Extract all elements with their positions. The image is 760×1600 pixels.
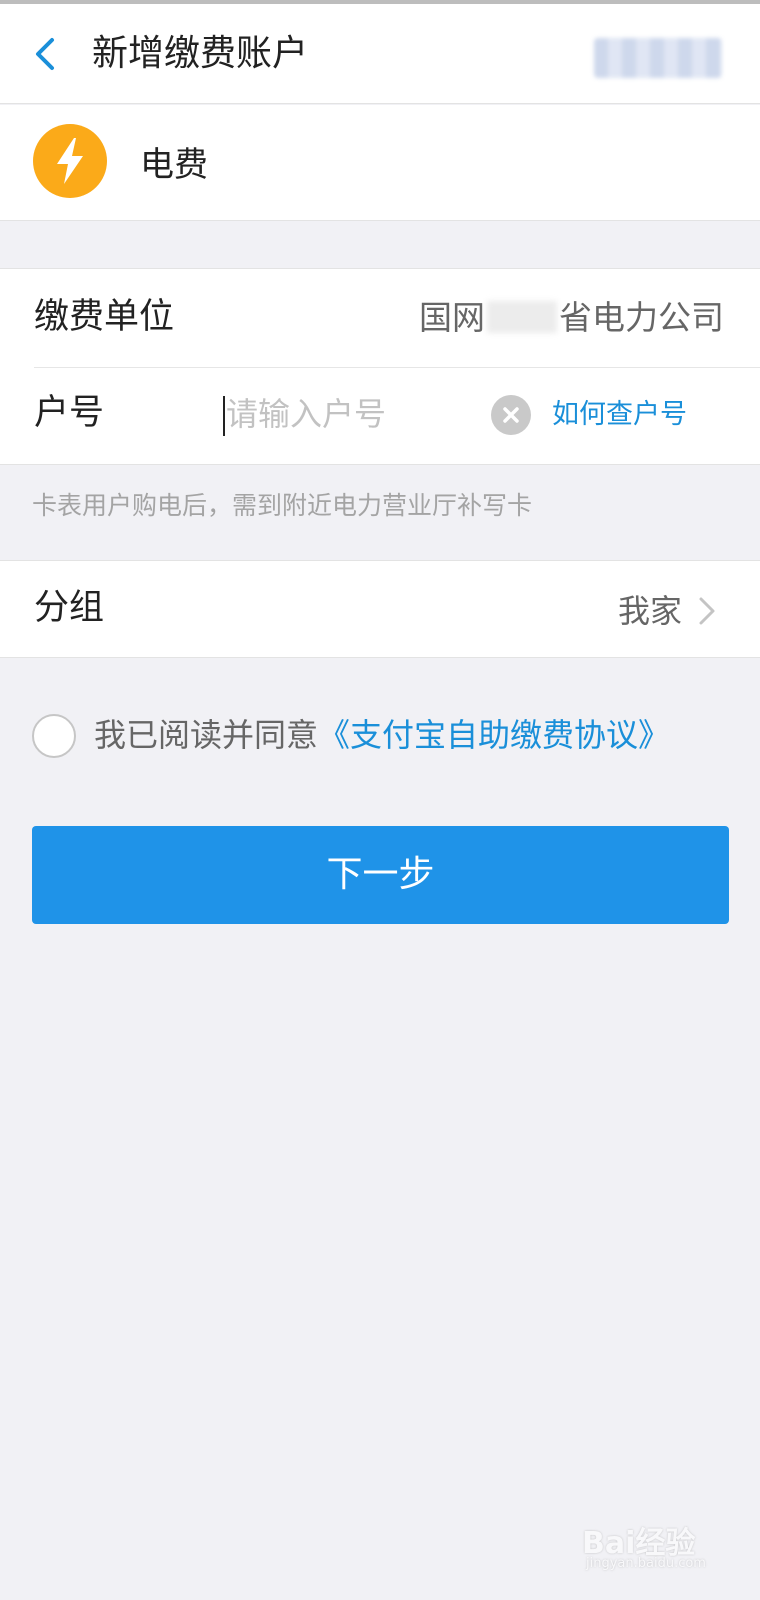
agreement-link[interactable]: 《支付宝自助缴费协议》 — [318, 716, 670, 754]
close-icon — [503, 407, 519, 423]
account-form: 缴费单位 国网 省电力公司 户号 如何查户号 — [0, 268, 760, 465]
watermark: Bai经验 jingyan.baidu.com — [582, 1518, 732, 1578]
unit-value-suffix: 省电力公司 — [559, 298, 724, 337]
next-step-button[interactable]: 下一步 — [32, 826, 729, 924]
how-to-find-account-link[interactable]: 如何查户号 — [552, 396, 687, 434]
biller-name: 电费 — [140, 145, 208, 185]
back-button[interactable] — [28, 32, 68, 76]
group-selector[interactable]: 分组 我家 — [0, 560, 760, 658]
page-title: 新增缴费账户 — [92, 33, 309, 74]
agreement-label: 我已阅读并同意 — [94, 716, 319, 754]
redacted-province — [487, 301, 557, 333]
unit-value[interactable]: 国网 省电力公司 — [419, 296, 724, 340]
chevron-right-icon — [699, 597, 715, 625]
agreement-checkbox[interactable] — [32, 714, 76, 758]
hint-text: 卡表用户购电后，需到附近电力营业厅补写卡 — [32, 491, 533, 520]
agreement-row: 我已阅读并同意《支付宝自助缴费协议》 — [32, 712, 732, 760]
unit-label: 缴费单位 — [34, 297, 175, 337]
account-number-input[interactable] — [226, 389, 476, 439]
unit-value-prefix: 国网 — [419, 298, 485, 337]
group-label: 分组 — [34, 588, 105, 628]
text-caret — [223, 396, 225, 436]
clear-button[interactable] — [491, 395, 531, 435]
group-value: 我家 — [617, 592, 682, 630]
lightning-bolt-icon — [33, 124, 107, 198]
account-label: 户号 — [34, 393, 105, 433]
biller-header: 电费 — [0, 105, 760, 221]
redacted-area — [594, 38, 722, 78]
watermark-url: jingyan.baidu.com — [586, 1556, 706, 1571]
navigation-bar: 新增缴费账户 — [0, 4, 760, 104]
divider — [34, 367, 760, 368]
chevron-left-icon — [36, 38, 54, 70]
agreement-text: 我已阅读并同意《支付宝自助缴费协议》 — [94, 712, 670, 758]
